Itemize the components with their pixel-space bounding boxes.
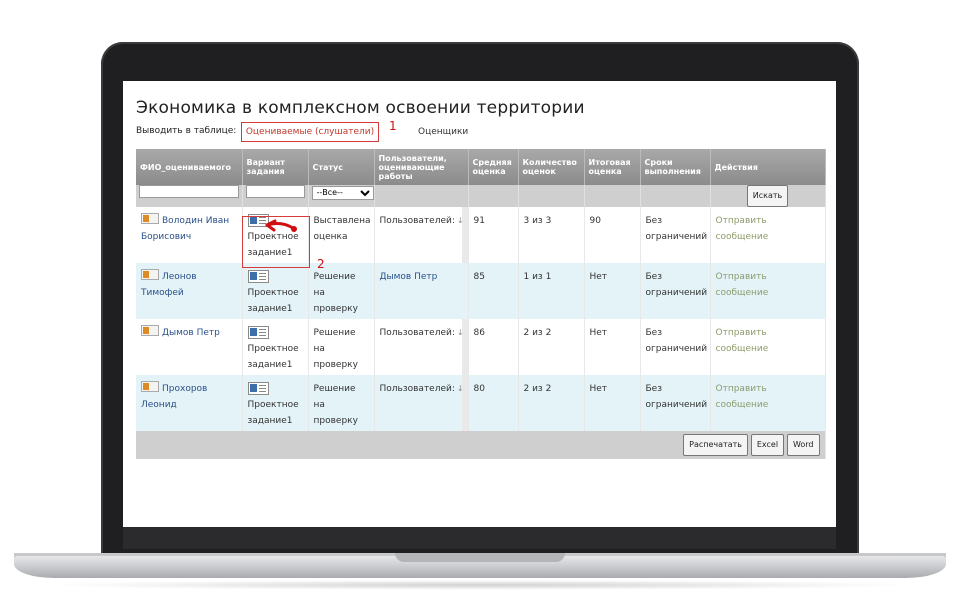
col-header-status[interactable]: Статус <box>308 149 375 185</box>
laptop-bezel <box>123 527 836 549</box>
word-button[interactable]: Word <box>786 434 820 456</box>
final-score: Нет <box>584 319 641 375</box>
score-count: 1 из 1 <box>518 263 585 319</box>
deadline-cell: Без ограничений <box>640 375 711 431</box>
variant-label: Проектное задание1 <box>247 288 299 314</box>
col-header-evaluators[interactable]: Пользователи, оценивающие работы <box>374 149 469 185</box>
table-row: Прохоров Леонид Проектное задание1 Решен… <box>136 375 826 431</box>
filter-status-select[interactable]: --Все-- <box>311 185 374 200</box>
col-header-actions: Действия <box>710 149 826 185</box>
deadline-cell: Без ограничений <box>640 263 711 319</box>
results-table: ФИО_оцениваемого Вариант задания Статус … <box>136 149 826 459</box>
cell-scrollbar[interactable] <box>461 207 467 263</box>
send-message-link[interactable]: Отправить сообщение <box>716 384 769 410</box>
cell-scrollbar[interactable] <box>461 319 467 375</box>
table-row: Леонов Тимофей Проектное задание1 Решени… <box>136 263 826 319</box>
variant-file-icon[interactable] <box>247 382 269 395</box>
final-score: Нет <box>584 263 641 319</box>
variant-label: Проектное задание1 <box>247 400 299 426</box>
col-header-final[interactable]: Итоговая оценка <box>584 149 641 185</box>
col-header-avg[interactable]: Средняя оценка <box>468 149 519 185</box>
variant-file-icon[interactable] <box>247 326 269 339</box>
score-count: 3 из 3 <box>518 207 585 263</box>
laptop-shadow <box>40 580 920 590</box>
variant-file-icon[interactable] <box>247 270 269 283</box>
status-cell: Решение на проверку <box>308 375 375 431</box>
send-message-link[interactable]: Отправить сообщение <box>716 272 769 298</box>
user-avatar-icon <box>141 213 159 224</box>
print-button[interactable]: Распечатать <box>683 434 748 456</box>
user-avatar-icon <box>141 325 159 336</box>
screen: Экономика в комплексном освоении террито… <box>123 81 836 527</box>
send-message-link[interactable]: Отправить сообщение <box>716 328 769 354</box>
status-cell: Выставлена оценка <box>308 207 375 263</box>
tab-assessed[interactable]: Оцениваемые (слушатели) <box>241 122 379 142</box>
filter-row: --Все-- Искать <box>136 185 826 207</box>
status-cell: Решение на проверку <box>308 319 375 375</box>
avg-score: 85 <box>468 263 519 319</box>
col-header-name[interactable]: ФИО_оцениваемого <box>136 149 243 185</box>
variant-label: Проектное задание1 <box>247 344 299 370</box>
tab-evaluators[interactable]: Оценщики <box>418 127 468 137</box>
score-count: 2 из 2 <box>518 319 585 375</box>
display-label: Выводить в таблице: <box>136 126 237 136</box>
final-score: 90 <box>584 207 641 263</box>
col-header-deadline[interactable]: Сроки выполнения <box>640 149 711 185</box>
evaluators-cell: Пользователей: <box>379 328 455 338</box>
filter-name-input[interactable] <box>139 185 239 198</box>
evaluators-cell: Пользователей: <box>379 216 455 226</box>
score-count: 2 из 2 <box>518 375 585 431</box>
avg-score: 80 <box>468 375 519 431</box>
deadline-cell: Без ограничений <box>640 319 711 375</box>
deadline-cell: Без ограничений <box>640 207 711 263</box>
annotation-1: 1 <box>389 119 397 133</box>
user-avatar-icon <box>141 381 159 392</box>
student-name-link[interactable]: Дымов Петр <box>162 328 220 338</box>
table-header: ФИО_оцениваемого Вариант задания Статус … <box>136 149 826 185</box>
user-avatar-icon <box>141 269 159 280</box>
filter-variant-input[interactable] <box>245 185 305 198</box>
evaluators-cell: Пользователей: <box>379 384 455 394</box>
page-title: Экономика в комплексном освоении террито… <box>136 98 585 118</box>
col-header-variant[interactable]: Вариант задания <box>242 149 309 185</box>
cell-scrollbar[interactable] <box>461 375 467 431</box>
table-footer: Распечатать Excel Word <box>136 431 826 459</box>
col-header-count[interactable]: Количество оценок <box>518 149 585 185</box>
final-score: Нет <box>584 375 641 431</box>
table-row: Дымов Петр Проектное задание1 Решение на… <box>136 319 826 375</box>
red-arrow-icon <box>265 219 297 232</box>
laptop-notch <box>395 553 565 562</box>
search-button[interactable]: Искать <box>746 185 789 207</box>
excel-button[interactable]: Excel <box>750 434 785 456</box>
evaluator-link[interactable]: Дымов Петр <box>380 272 438 282</box>
avg-score: 86 <box>468 319 519 375</box>
table-row: Володин Иван Борисович Проектное задание… <box>136 207 826 263</box>
status-cell: Решение на проверку <box>308 263 375 319</box>
avg-score: 91 <box>468 207 519 263</box>
annotation-2: 2 <box>317 257 325 271</box>
send-message-link[interactable]: Отправить сообщение <box>716 216 769 242</box>
